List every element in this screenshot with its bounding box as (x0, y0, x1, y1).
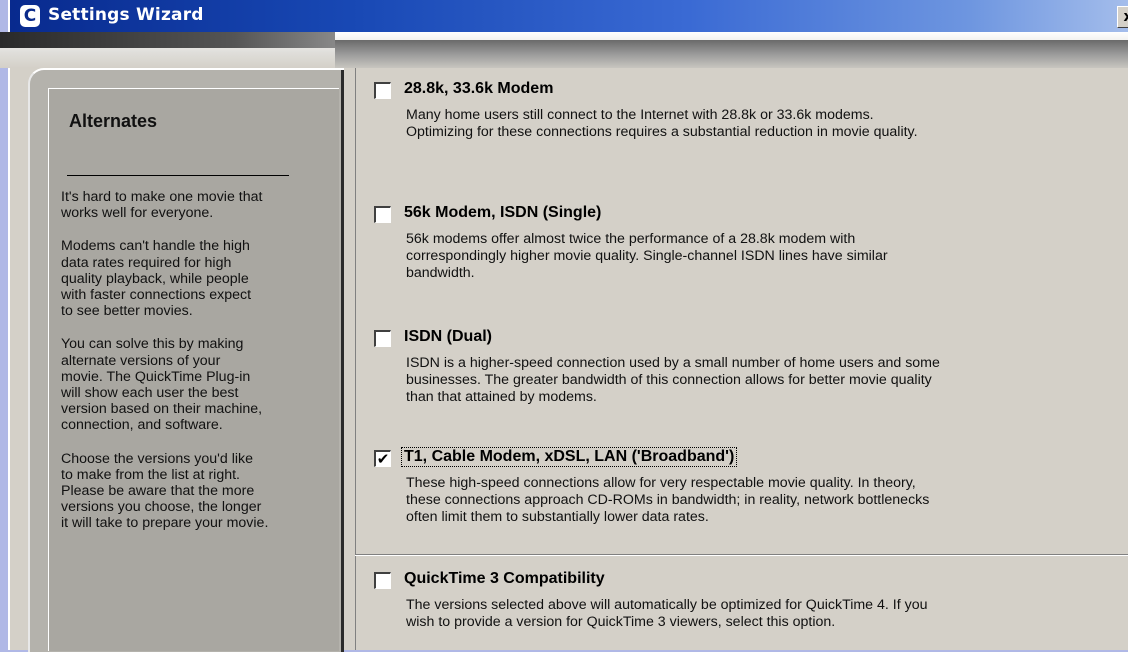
header-band-dark (0, 32, 335, 48)
option-label[interactable]: 56k Modem, ISDN (Single) (404, 204, 601, 222)
option-description: The versions selected above will automat… (406, 597, 928, 630)
isdn-dual-checkbox[interactable] (374, 330, 391, 347)
sidebar-paragraph: Modems can't handle the high data rates … (61, 238, 252, 320)
option-description: 56k modems offer almost twice the perfor… (406, 231, 888, 281)
broadband-checkbox[interactable]: ✔ (374, 450, 391, 467)
window-title: Settings Wizard (48, 5, 204, 25)
options-panel: 28.8k, 33.6k Modem Many home users still… (355, 68, 1128, 650)
option-label[interactable]: QuickTime 3 Compatibility (404, 570, 605, 588)
option-description: These high-speed connections allow for v… (406, 475, 930, 525)
option-label[interactable]: 28.8k, 33.6k Modem (404, 80, 553, 98)
sidebar-paragraph: Choose the versions you'd like to make f… (61, 450, 269, 532)
header-band-right (335, 40, 1128, 68)
quicktime3-compat-checkbox[interactable] (374, 572, 391, 589)
title-bar[interactable]: C Settings Wizard x (10, 0, 1128, 32)
option-label[interactable]: T1, Cable Modem, xDSL, LAN ('Broadband') (400, 447, 738, 467)
sidebar-heading: Alternates (69, 111, 158, 131)
sidebar-paragraph: It's hard to make one movie that works w… (61, 189, 263, 222)
sidebar-divider (67, 175, 289, 176)
modem-28-33-checkbox[interactable] (374, 82, 391, 99)
close-button[interactable]: x (1117, 6, 1128, 28)
options-divider (355, 554, 1128, 556)
sidebar-panel: Alternates It's hard to make one movie t… (48, 88, 339, 651)
modem-56k-isdn-single-checkbox[interactable] (374, 206, 391, 223)
option-description: Many home users still connect to the Int… (406, 107, 918, 140)
option-description: ISDN is a higher-speed connection used b… (406, 355, 940, 405)
sidebar-paragraph: You can solve this by making alternate v… (61, 336, 263, 434)
quicktime-app-icon: C (20, 5, 40, 27)
sidebar-body: It's hard to make one movie that works w… (61, 189, 331, 549)
checkmark-icon: ✔ (376, 450, 390, 468)
option-label[interactable]: ISDN (Dual) (404, 328, 492, 346)
